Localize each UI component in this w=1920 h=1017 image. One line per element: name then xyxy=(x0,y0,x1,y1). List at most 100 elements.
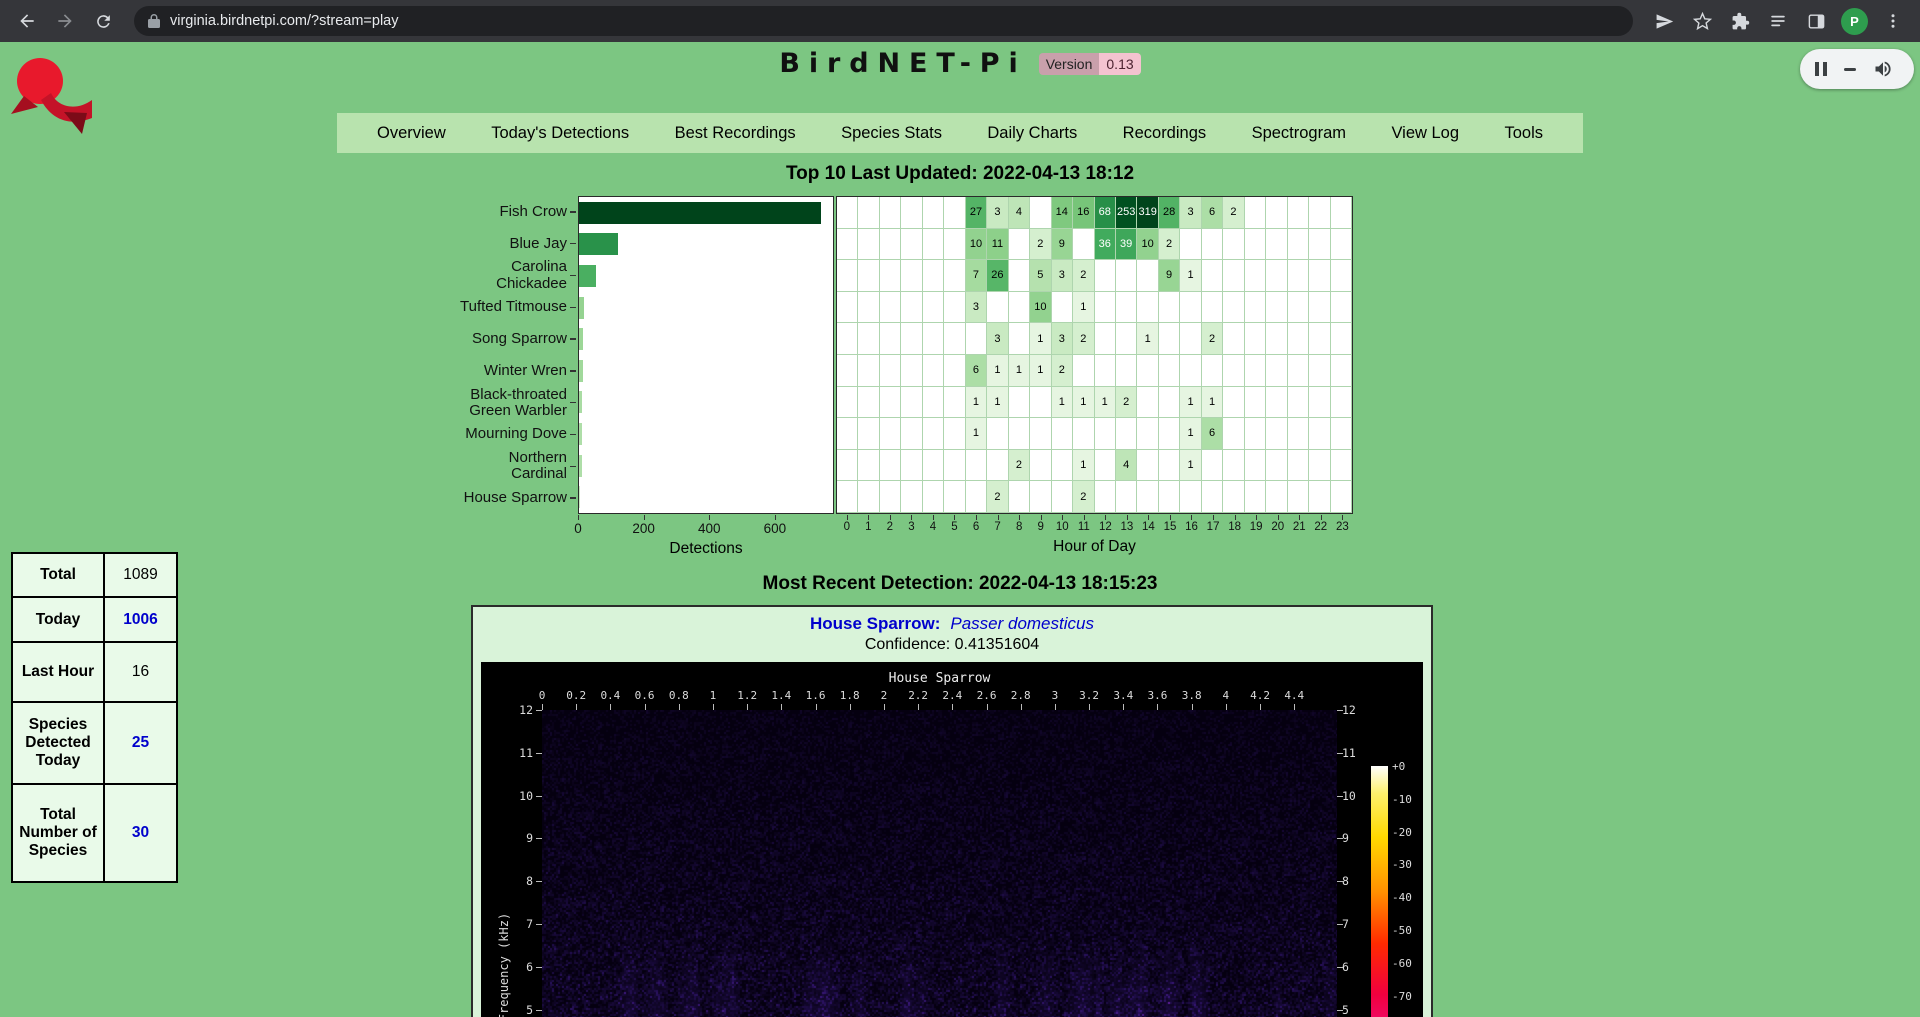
reload-button[interactable] xyxy=(86,4,120,38)
bar-row xyxy=(579,323,833,355)
heatmap-cell xyxy=(880,323,901,355)
detections-bar-chart xyxy=(578,196,834,514)
stat-label: Last Hour xyxy=(12,642,104,702)
heatmap-cell xyxy=(1137,260,1158,292)
heatmap-cell: 3 xyxy=(966,292,987,324)
send-button[interactable] xyxy=(1647,4,1681,38)
time-tick-label: 1.2 xyxy=(737,689,757,702)
freq-tick-label: 9 xyxy=(481,831,533,845)
heatmap-cell xyxy=(837,197,858,229)
bookmark-button[interactable] xyxy=(1685,4,1719,38)
nav-item-daily-charts[interactable]: Daily Charts xyxy=(987,124,1077,143)
heatmap-cell xyxy=(1331,387,1352,419)
bookmark-star-icon xyxy=(1693,12,1712,31)
detections-bar xyxy=(579,391,582,413)
extension-lines-button[interactable] xyxy=(1761,4,1795,38)
heatmap-cell xyxy=(1009,260,1030,292)
stats-table: Total1089Today1006Last Hour16Species Det… xyxy=(11,552,178,883)
time-tick-label: 0.6 xyxy=(635,689,655,702)
heatmap-cell xyxy=(1030,450,1051,482)
nav-item-today-s-detections[interactable]: Today's Detections xyxy=(491,124,629,143)
stat-value[interactable]: 30 xyxy=(104,784,177,882)
nav-item-overview[interactable]: Overview xyxy=(377,124,446,143)
browser-menu-button[interactable] xyxy=(1876,4,1910,38)
heatmap-cell: 1 xyxy=(1137,323,1158,355)
heatmap-cell: 2 xyxy=(1009,450,1030,482)
heatmap-cell xyxy=(923,355,944,387)
nav-item-recordings[interactable]: Recordings xyxy=(1123,124,1206,143)
nav-item-spectrogram[interactable]: Spectrogram xyxy=(1252,124,1346,143)
time-tick-label: 4.4 xyxy=(1284,689,1304,702)
heatmap-cell xyxy=(1137,418,1158,450)
heatmap-cell: 27 xyxy=(966,197,987,229)
heatmap-cell xyxy=(1180,355,1201,387)
heatmap-cell xyxy=(858,355,879,387)
bar-row xyxy=(579,418,833,450)
pause-icon[interactable] xyxy=(1815,62,1827,76)
side-panel-button[interactable] xyxy=(1799,4,1833,38)
freq-tick-label: 8 xyxy=(1342,874,1349,888)
version-label: Version xyxy=(1039,53,1100,75)
heatmap-cell xyxy=(923,387,944,419)
time-tick-label: 3 xyxy=(1052,689,1059,702)
time-tick-label: 4.2 xyxy=(1250,689,1270,702)
volume-icon[interactable] xyxy=(1873,59,1893,79)
back-button[interactable] xyxy=(10,4,44,38)
heatmap-cell: 3 xyxy=(1180,197,1201,229)
audio-player[interactable] xyxy=(1800,49,1914,89)
heatmap-cell xyxy=(1266,229,1287,261)
heatmap-cell xyxy=(1331,229,1352,261)
heatmap-cell xyxy=(858,450,879,482)
heatmap-cell: 319 xyxy=(1137,197,1158,229)
heatmap-cell: 16 xyxy=(1073,197,1094,229)
nav-item-species-stats[interactable]: Species Stats xyxy=(841,124,942,143)
heatmap-cell xyxy=(1116,481,1137,513)
heatmap-cell xyxy=(1159,481,1180,513)
species-link[interactable]: House Sparrow: xyxy=(810,614,940,634)
time-tick-label: 0.4 xyxy=(600,689,620,702)
heatmap-cell xyxy=(1309,481,1330,513)
reload-icon xyxy=(94,12,113,31)
profile-avatar[interactable]: P xyxy=(1841,8,1868,35)
heatmap-cell xyxy=(1331,323,1352,355)
heatmap-cell xyxy=(1116,292,1137,324)
extensions-button[interactable] xyxy=(1723,4,1757,38)
heatmap-cell: 2 xyxy=(1073,481,1094,513)
version-value: 0.13 xyxy=(1099,53,1140,75)
heatmap-cell xyxy=(1309,197,1330,229)
heatmap-cell xyxy=(944,387,965,419)
heatmap-cell: 5 xyxy=(1030,260,1051,292)
heatmap-cell xyxy=(858,387,879,419)
forward-button[interactable] xyxy=(48,4,82,38)
stat-label: Today xyxy=(12,597,104,642)
db-tick-label: -70 xyxy=(1392,990,1412,1003)
heatmap-cell xyxy=(1331,450,1352,482)
stat-value[interactable]: 1006 xyxy=(104,597,177,642)
stat-value[interactable]: 25 xyxy=(104,702,177,784)
hour-axis-ticks: 01234567891011121314151617181920212223 xyxy=(836,521,1353,533)
scientific-name-link[interactable]: Passer domesticus xyxy=(950,614,1094,634)
nav-item-view-log[interactable]: View Log xyxy=(1391,124,1459,143)
freq-tick-label: 10 xyxy=(481,789,533,803)
freq-tick-label: 8 xyxy=(481,874,533,888)
heatmap-cell xyxy=(1223,355,1244,387)
heatmap-cell: 1 xyxy=(1202,387,1223,419)
address-bar[interactable]: virginia.birdnetpi.com/?stream=play xyxy=(134,6,1633,36)
hour-axis-label: Hour of Day xyxy=(836,538,1353,556)
bar-tick-label: 400 xyxy=(698,521,721,536)
heatmap-cell xyxy=(858,481,879,513)
heatmap-cell xyxy=(858,292,879,324)
heatmap-cell xyxy=(923,418,944,450)
heatmap-cell xyxy=(837,450,858,482)
heatmap-cell: 68 xyxy=(1095,197,1116,229)
nav-item-tools[interactable]: Tools xyxy=(1504,124,1543,143)
heatmap-cell xyxy=(901,355,922,387)
db-tick-label: -40 xyxy=(1392,891,1412,904)
nav-item-best-recordings[interactable]: Best Recordings xyxy=(675,124,796,143)
heatmap-cell xyxy=(987,292,1008,324)
time-tick-label: 0.2 xyxy=(566,689,586,702)
heatmap-cell xyxy=(1288,481,1309,513)
heatmap-cell xyxy=(1202,450,1223,482)
heatmap-cell xyxy=(1073,229,1094,261)
heatmap-cell: 10 xyxy=(1137,229,1158,261)
